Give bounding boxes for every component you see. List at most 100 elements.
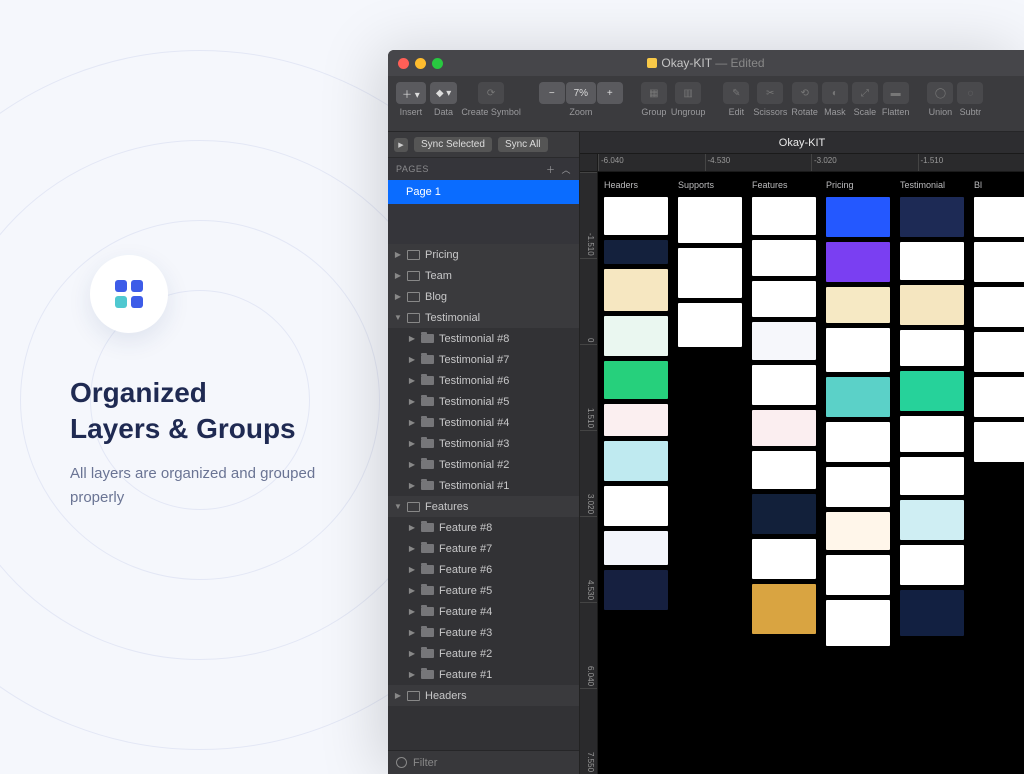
artboard-thumb[interactable] (752, 240, 816, 276)
artboard-thumb[interactable] (604, 570, 668, 610)
tool-mask[interactable]: ◐Mask (822, 82, 848, 117)
artboard-thumb[interactable] (752, 365, 816, 405)
minimize-icon[interactable] (415, 58, 426, 69)
artboard-thumb[interactable] (826, 242, 890, 282)
layer-item[interactable]: ▶Feature #2 (388, 643, 579, 664)
sync-all-button[interactable]: Sync All (498, 137, 548, 152)
layer-team[interactable]: ▶Team (388, 265, 579, 286)
filter-row[interactable]: Filter (388, 750, 579, 774)
layer-item[interactable]: ▶Testimonial #4 (388, 412, 579, 433)
artboard-thumb[interactable] (900, 330, 964, 366)
artboard-thumb[interactable] (604, 269, 668, 311)
artboard-thumb[interactable] (604, 486, 668, 526)
tool-create-symbol[interactable]: ⟳Create Symbol (461, 82, 521, 117)
artboard-thumb[interactable] (974, 422, 1024, 462)
layer-item[interactable]: ▶Testimonial #8 (388, 328, 579, 349)
artboard-thumb[interactable] (826, 328, 890, 372)
layer-features[interactable]: ▼Features (388, 496, 579, 517)
artboard-thumb[interactable] (678, 248, 742, 298)
artboard-thumb[interactable] (900, 457, 964, 495)
layer-item[interactable]: ▶Feature #8 (388, 517, 579, 538)
artboard-thumb[interactable] (604, 316, 668, 356)
artboard-thumb[interactable] (974, 332, 1024, 372)
artboard-thumb[interactable] (678, 303, 742, 347)
add-page-icon[interactable]: ＋ (546, 163, 556, 176)
tool-edit[interactable]: ✎Edit (723, 82, 749, 117)
artboard-thumb[interactable] (974, 377, 1024, 417)
artboard-thumb[interactable] (604, 361, 668, 399)
layer-item[interactable]: ▶Feature #5 (388, 580, 579, 601)
tool-scale[interactable]: ⤢Scale (852, 82, 878, 117)
artboard-thumb[interactable] (826, 422, 890, 462)
layer-item[interactable]: ▶Feature #4 (388, 601, 579, 622)
artboard-thumb[interactable] (604, 441, 668, 481)
layer-item[interactable]: ▶Testimonial #5 (388, 391, 579, 412)
collapse-pages-icon[interactable]: ︿ (561, 163, 571, 176)
artboard-thumb[interactable] (826, 467, 890, 507)
tool-zoom[interactable]: −7%+Zoom (539, 82, 623, 117)
artboard-thumb[interactable] (604, 404, 668, 436)
artboard-thumb[interactable] (826, 512, 890, 550)
layer-testimonial[interactable]: ▼Testimonial (388, 307, 579, 328)
maximize-icon[interactable] (432, 58, 443, 69)
tool-scissors[interactable]: ✂Scissors (753, 82, 787, 117)
tool-data[interactable]: ◆ ▾Data (430, 82, 458, 117)
traffic-lights[interactable] (398, 58, 443, 69)
artboard-thumb[interactable] (826, 287, 890, 323)
artboard-thumb[interactable] (974, 242, 1024, 282)
canvas-area[interactable]: Okay-KIT -6.040-4.530-3.020-1.510 -1.510… (580, 132, 1024, 774)
layer-item[interactable]: ▶Feature #7 (388, 538, 579, 559)
layer-item[interactable]: ▶Testimonial #1 (388, 475, 579, 496)
tool-subtract[interactable]: ◌Subtr (957, 82, 983, 117)
artboard-thumb[interactable] (752, 197, 816, 235)
artboard-thumb[interactable] (752, 322, 816, 360)
layer-item[interactable]: ▶Testimonial #2 (388, 454, 579, 475)
artboard-thumb[interactable] (826, 377, 890, 417)
artboard-thumb[interactable] (752, 584, 816, 634)
artboard-thumb[interactable] (900, 197, 964, 237)
artboard-thumb[interactable] (752, 281, 816, 317)
artboard-thumb[interactable] (752, 539, 816, 579)
artboard-thumb[interactable] (678, 197, 742, 243)
canvas[interactable]: HeadersSupportsFeaturesPricingTestimonia… (598, 172, 1024, 774)
artboard-thumb[interactable] (752, 410, 816, 446)
artboard-thumb[interactable] (900, 371, 964, 411)
layer-blog[interactable]: ▶Blog (388, 286, 579, 307)
artboard-thumb[interactable] (900, 500, 964, 540)
artboard-thumb[interactable] (826, 600, 890, 646)
artboard-thumb[interactable] (752, 494, 816, 534)
artboard-thumb[interactable] (900, 590, 964, 636)
artboard-thumb[interactable] (900, 416, 964, 452)
sync-selected-button[interactable]: Sync Selected (414, 137, 492, 152)
layer-item[interactable]: ▶Feature #6 (388, 559, 579, 580)
tool-insert[interactable]: ＋ ▾Insert (396, 82, 426, 117)
tool-ungroup[interactable]: ▥Ungroup (671, 82, 706, 117)
artboard-thumb[interactable] (752, 451, 816, 489)
artboard-thumb[interactable] (604, 531, 668, 565)
page-item-page1[interactable]: Page 1 (388, 180, 579, 204)
play-icon[interactable]: ▶ (394, 138, 408, 152)
canvas-tab[interactable]: Okay-KIT (580, 132, 1024, 154)
artboard-thumb[interactable] (826, 197, 890, 237)
layer-pricing[interactable]: ▶Pricing (388, 244, 579, 265)
layer-headers[interactable]: ▶Headers (388, 685, 579, 706)
tool-rotate[interactable]: ⟲Rotate (791, 82, 818, 117)
layer-item[interactable]: ▶Feature #1 (388, 664, 579, 685)
tool-union[interactable]: ◯Union (927, 82, 953, 117)
close-icon[interactable] (398, 58, 409, 69)
artboard-thumb[interactable] (826, 555, 890, 595)
artboard-thumb[interactable] (604, 197, 668, 235)
artboard-thumb[interactable] (900, 242, 964, 280)
artboard-thumb[interactable] (604, 240, 668, 264)
tool-flatten[interactable]: ▬Flatten (882, 82, 910, 117)
canvas-column-testimonial: Testimonial (900, 180, 964, 646)
layer-item[interactable]: ▶Feature #3 (388, 622, 579, 643)
artboard-thumb[interactable] (974, 197, 1024, 237)
artboard-thumb[interactable] (900, 285, 964, 325)
artboard-thumb[interactable] (974, 287, 1024, 327)
layer-item[interactable]: ▶Testimonial #3 (388, 433, 579, 454)
tool-group-btn[interactable]: ▦Group (641, 82, 667, 117)
layer-item[interactable]: ▶Testimonial #6 (388, 370, 579, 391)
artboard-thumb[interactable] (900, 545, 964, 585)
layer-item[interactable]: ▶Testimonial #7 (388, 349, 579, 370)
